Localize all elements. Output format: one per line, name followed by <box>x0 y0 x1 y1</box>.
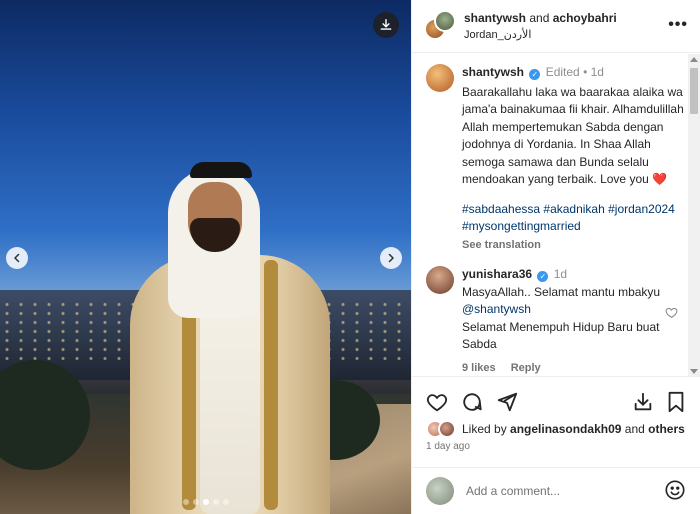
avatar[interactable] <box>438 420 456 438</box>
red-heart-emoji: ❤️ <box>652 172 668 186</box>
bookmark-icon <box>668 391 684 413</box>
comment-text: MasyaAllah.. Selamat mantu mbakyu <box>462 284 661 299</box>
meta-separator: • <box>583 65 588 79</box>
add-comment-bar <box>412 467 700 514</box>
comment-button[interactable] <box>461 391 483 416</box>
scroll-down-arrow-icon[interactable] <box>690 369 698 374</box>
avatar[interactable] <box>426 64 454 92</box>
carousel-dot <box>182 499 189 505</box>
more-horizontal-icon: ••• <box>668 16 688 33</box>
carousel-dot <box>222 499 229 505</box>
comment-icon <box>463 393 482 411</box>
add-comment-input[interactable] <box>466 484 656 498</box>
caption-username-link[interactable]: shantywsh <box>462 65 524 79</box>
heart-icon <box>426 394 448 412</box>
collab-joiner: and <box>529 11 550 25</box>
post-media[interactable] <box>0 0 411 514</box>
smiley-icon <box>665 479 685 500</box>
save-button[interactable] <box>666 391 686 416</box>
comment-likes-count[interactable]: 9 likes <box>462 362 496 374</box>
comment-like-button[interactable] <box>665 306 678 322</box>
see-translation-link[interactable]: See translation <box>462 237 684 255</box>
location-link[interactable]: Jordan_الأردن <box>464 28 617 41</box>
comment-text-continued: Selamat Menempuh Hidup Baru buat Sabda <box>462 319 660 352</box>
caption: shantywsh ✓ Edited • 1d Baarakallahu lak… <box>412 54 700 254</box>
verified-badge-icon: ✓ <box>529 69 541 80</box>
caption-time[interactable]: 1d <box>591 65 604 79</box>
carousel-next-button[interactable] <box>380 247 402 269</box>
scroll-up-arrow-icon[interactable] <box>690 57 698 62</box>
download-icon <box>634 392 652 411</box>
chevron-right-icon <box>388 253 394 263</box>
caption-text: Baarakallahu laka wa baarakaa alaika wa … <box>462 84 684 187</box>
collab-avatars[interactable] <box>424 10 456 42</box>
avatar <box>426 477 454 505</box>
liked-by-user-link[interactable]: angelinasondakh09 <box>510 422 621 436</box>
like-button[interactable] <box>426 391 448 416</box>
carousel-dot <box>192 499 199 505</box>
chevron-left-icon <box>14 253 20 263</box>
person-figure <box>130 160 330 514</box>
share-button[interactable] <box>496 391 518 416</box>
verified-badge-icon: ✓ <box>537 271 549 282</box>
carousel-indicator <box>0 499 411 505</box>
comment-mention-link[interactable]: @shantywsh <box>462 302 531 316</box>
emoji-picker-button[interactable] <box>664 479 686 504</box>
liked-by-row: Liked by angelinasondakh09 and others <box>426 418 688 440</box>
avatar[interactable] <box>434 10 456 32</box>
scrollbar-thumb[interactable] <box>690 68 698 114</box>
comment-item: yunishara36 ✓ 1d MasyaAllah.. Selamat ma… <box>412 254 700 376</box>
liked-by-prefix: Liked by <box>462 422 507 436</box>
more-options-button[interactable]: ••• <box>668 16 688 34</box>
author-username-link[interactable]: shantywsh <box>464 11 526 25</box>
collaborator-username-link[interactable]: achoybahri <box>553 11 617 25</box>
liked-by-others-link[interactable]: others <box>648 422 685 436</box>
post-header: shantywsh and achoybahri Jordan_الأردن •… <box>412 0 700 53</box>
post-side-panel: shantywsh and achoybahri Jordan_الأردن •… <box>411 0 700 514</box>
edited-label: Edited <box>545 65 580 79</box>
post-timestamp[interactable]: 1 day ago <box>426 441 470 452</box>
comment-username-link[interactable]: yunishara36 <box>462 267 532 281</box>
heart-icon <box>665 307 678 319</box>
download-post-button[interactable] <box>632 391 654 416</box>
carousel-prev-button[interactable] <box>6 247 28 269</box>
carousel-dot <box>202 499 209 505</box>
liked-by-and: and <box>624 422 645 436</box>
comment-time[interactable]: 1d <box>554 267 567 281</box>
comment-reply-button[interactable]: Reply <box>511 362 541 374</box>
post-actions-bar <box>412 385 700 419</box>
comments-section[interactable]: shantywsh ✓ Edited • 1d Baarakallahu lak… <box>412 54 700 377</box>
comments-scrollbar[interactable] <box>688 54 700 376</box>
download-icon[interactable] <box>373 12 399 38</box>
avatar[interactable] <box>426 266 454 294</box>
caption-hashtags[interactable]: #sabdaahessa #akadnikah #jordan2024 #mys… <box>462 201 684 236</box>
carousel-dot <box>212 499 219 505</box>
share-icon <box>497 392 518 412</box>
